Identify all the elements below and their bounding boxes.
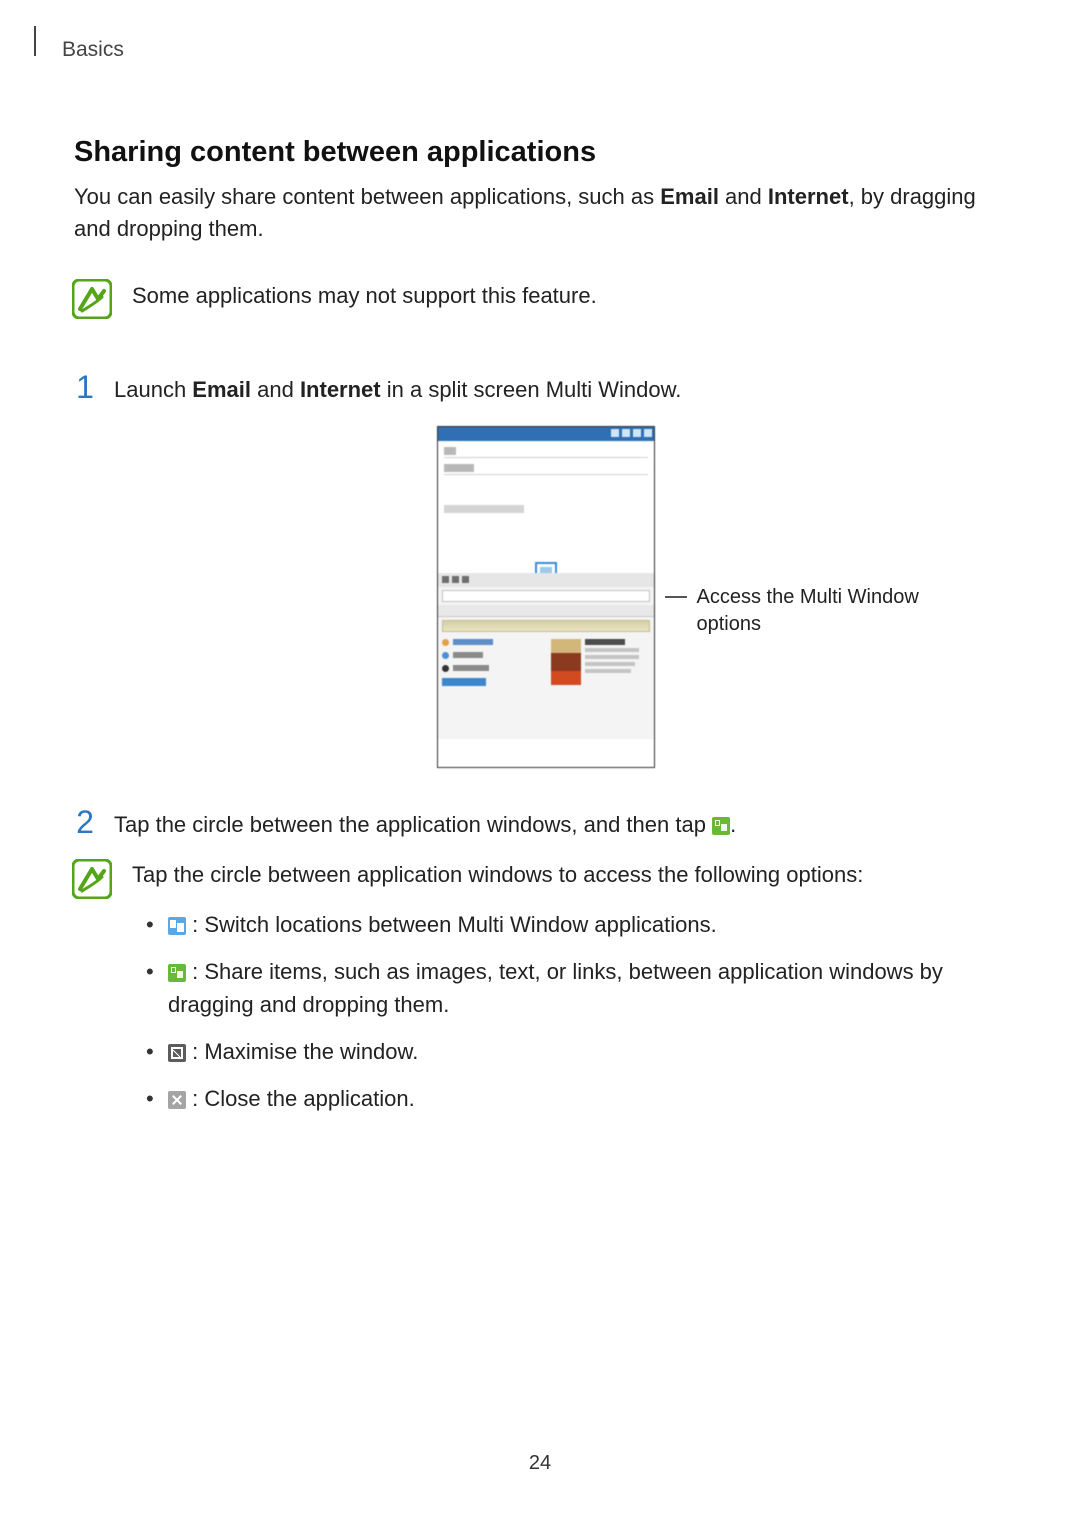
figure-callout: Access the Multi Window options: [697, 584, 957, 638]
step-1-text: Launch Email and Internet in a split scr…: [114, 371, 681, 406]
device-status-bar: [438, 427, 654, 441]
intro-text-part: and: [719, 184, 768, 209]
option-text: : Share items, such as images, text, or …: [168, 959, 943, 1017]
callout-leader-line: [665, 596, 687, 598]
step-number: 1: [74, 371, 96, 403]
page: Basics Sharing content between applicati…: [0, 0, 1080, 1527]
close-icon: [168, 1091, 186, 1109]
note-icon: [72, 279, 112, 319]
device-screenshot: [437, 426, 655, 768]
options-intro: Tap the circle between application windo…: [132, 859, 1017, 891]
breadcrumb: Basics: [62, 38, 124, 62]
page-number: 24: [0, 1452, 1080, 1475]
step-1-text-part: Launch: [114, 377, 192, 402]
section-heading: Sharing content between applications: [74, 136, 1017, 169]
intro-bold-email: Email: [660, 184, 719, 209]
intro-text-part: You can easily share content between app…: [74, 184, 660, 209]
options-list: : Switch locations between Multi Window …: [146, 908, 1017, 1115]
option-maximise: : Maximise the window.: [146, 1035, 1017, 1068]
option-text: : Maximise the window.: [186, 1039, 418, 1064]
step-1-bold-email: Email: [192, 377, 251, 402]
note-icon: [72, 859, 112, 899]
status-icons: [611, 429, 652, 437]
figure: Access the Multi Window options: [437, 426, 655, 768]
figure-wrap: Access the Multi Window options: [74, 426, 1017, 768]
step-1-text-part: in a split screen Multi Window.: [381, 377, 682, 402]
header-rule: [34, 26, 36, 56]
option-text: : Close the application.: [186, 1086, 415, 1111]
note-support-text: Some applications may not support this f…: [132, 279, 597, 309]
step-2: 2 Tap the circle between the application…: [74, 806, 1017, 841]
maximise-icon: [168, 1044, 186, 1062]
intro-bold-internet: Internet: [768, 184, 849, 209]
option-close: : Close the application.: [146, 1082, 1017, 1115]
step-1-text-part: and: [251, 377, 300, 402]
switch-locations-icon: [168, 917, 186, 935]
options-body: Tap the circle between application windo…: [132, 859, 1017, 1130]
device-email-pane: [438, 441, 654, 513]
step-2-text-part: Tap the circle between the application w…: [114, 812, 712, 837]
device-internet-pane: [438, 573, 654, 739]
step-1: 1 Launch Email and Internet in a split s…: [74, 371, 1017, 406]
step-number: 2: [74, 806, 96, 838]
steps-list: 1 Launch Email and Internet in a split s…: [74, 371, 1017, 841]
option-text: : Switch locations between Multi Window …: [186, 912, 717, 937]
share-items-icon: [168, 964, 186, 982]
section-intro: You can easily share content between app…: [74, 181, 1017, 245]
step-2-text-part: .: [730, 812, 736, 837]
page-header: Basics: [34, 26, 1017, 62]
step-1-bold-internet: Internet: [300, 377, 381, 402]
option-switch-locations: : Switch locations between Multi Window …: [146, 908, 1017, 941]
option-share-items: : Share items, such as images, text, or …: [146, 955, 1017, 1021]
step-2-text: Tap the circle between the application w…: [114, 806, 736, 841]
share-items-icon: [712, 817, 730, 835]
note-support: Some applications may not support this f…: [72, 279, 1017, 319]
note-multiwindow-options: Tap the circle between application windo…: [72, 859, 1017, 1130]
